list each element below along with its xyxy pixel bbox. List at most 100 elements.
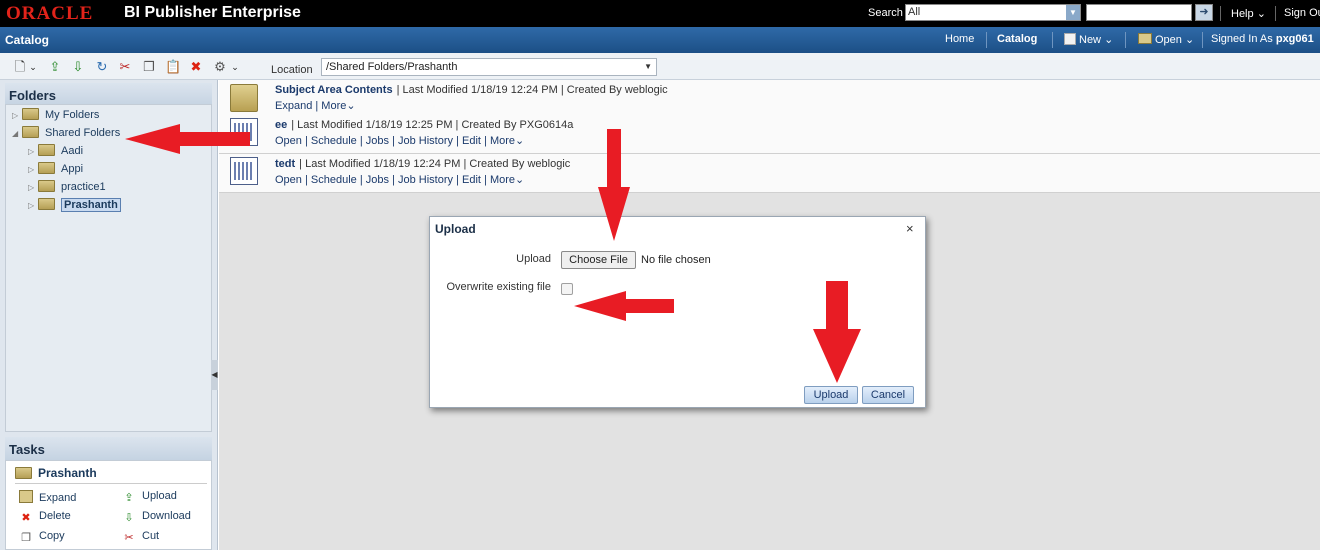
catalog-link[interactable]: Catalog (997, 33, 1037, 45)
folder-icon (22, 126, 39, 138)
home-link[interactable]: Home (945, 33, 974, 45)
open-menu[interactable]: Open ⌄ (1138, 33, 1194, 46)
folders-header[interactable]: Folders (5, 83, 212, 106)
folder-icon (38, 180, 55, 192)
search-scope-value: All (908, 6, 921, 18)
tree-item-aadi[interactable]: ▷ Aadi (28, 143, 83, 159)
chevron-down-icon: ⌄ (1104, 34, 1114, 46)
cut-icon: ✂ (124, 532, 134, 544)
chevron-down-icon[interactable]: ⌄ (515, 135, 524, 147)
jobs-link[interactable]: Jobs (366, 135, 389, 147)
item-actions: Expand | More⌄ (275, 100, 356, 112)
tasks-header[interactable]: Tasks (5, 437, 212, 460)
report-icon[interactable] (230, 157, 258, 185)
chevron-down-icon[interactable]: ⌄ (230, 59, 240, 75)
new-menu[interactable]: New ⌄ (1064, 33, 1113, 46)
task-expand[interactable]: Expand (19, 490, 76, 504)
delete-icon[interactable]: ✖ (188, 59, 204, 75)
chevron-down-icon: ⌄ (1184, 34, 1195, 46)
task-upload[interactable]: ⇪ Upload (122, 490, 176, 505)
tree-item-label: Aadi (61, 145, 84, 157)
item-meta: | Last Modified 1/18/19 12:24 PM | Creat… (299, 158, 571, 170)
cancel-button[interactable]: Cancel (862, 386, 914, 404)
refresh-icon[interactable]: ↻ (94, 59, 110, 75)
task-cut[interactable]: ✂ Cut (122, 530, 159, 545)
task-label: Download (142, 510, 191, 522)
item-name-link[interactable]: ee (275, 119, 287, 131)
divider (15, 483, 207, 484)
help-menu[interactable]: Help ⌄ (1231, 7, 1266, 20)
edit-link[interactable]: Edit (462, 135, 481, 147)
tree-item-label: practice1 (61, 181, 106, 193)
permissions-icon[interactable]: ⚙ (212, 59, 228, 75)
chevron-down-icon[interactable]: ⌄ (346, 100, 355, 112)
chevron-down-icon[interactable]: ▼ (1066, 5, 1080, 20)
copy-icon[interactable]: ❐ (141, 59, 157, 75)
expand-icon[interactable]: ▷ (12, 108, 22, 124)
upload-icon[interactable]: ⇪ (47, 59, 63, 75)
job-history-link[interactable]: Job History (398, 174, 453, 186)
open-link[interactable]: Open (275, 174, 302, 186)
location-select[interactable]: /Shared Folders/Prashanth ▼ (321, 58, 657, 76)
item-title: tedt | Last Modified 1/18/19 12:24 PM | C… (275, 158, 570, 170)
upload-button[interactable]: Upload (804, 386, 858, 404)
chevron-down-icon[interactable]: ⌄ (515, 174, 524, 186)
location-label: Location (271, 64, 313, 76)
item-name-link[interactable]: tedt (275, 158, 295, 170)
report-icon[interactable] (230, 118, 258, 146)
expand-link[interactable]: Expand (275, 100, 312, 112)
expand-icon[interactable]: ▷ (28, 180, 38, 196)
search-label: Search (868, 7, 903, 19)
item-title: ee | Last Modified 1/18/19 12:25 PM | Cre… (275, 119, 573, 131)
jobs-link[interactable]: Jobs (366, 174, 389, 186)
collapse-icon[interactable]: ◢ (12, 126, 22, 142)
task-download[interactable]: ⇩ Download (122, 510, 191, 525)
overwrite-checkbox[interactable] (561, 283, 573, 295)
list-item: tedt | Last Modified 1/18/19 12:24 PM | C… (219, 154, 1320, 193)
expand-icon[interactable]: ▷ (28, 198, 38, 214)
tree-item-my-folders[interactable]: ▷ My Folders (12, 107, 99, 123)
new-icon[interactable]: 🗋 (12, 59, 28, 75)
chevron-down-icon[interactable]: ⌄ (28, 59, 38, 75)
task-label: Expand (39, 492, 77, 504)
job-history-link[interactable]: Job History (398, 135, 453, 147)
more-link[interactable]: More (321, 100, 346, 112)
folder-icon (15, 467, 32, 479)
top-bar: ORACLE BI Publisher Enterprise Search Al… (0, 0, 1320, 27)
upload-field-label: Upload (516, 253, 551, 265)
edit-link[interactable]: Edit (462, 174, 481, 186)
tree-item-shared-folders[interactable]: ◢ Shared Folders (12, 125, 120, 141)
schedule-link[interactable]: Schedule (311, 135, 357, 147)
cut-icon[interactable]: ✂ (117, 59, 133, 75)
close-icon[interactable]: × (906, 221, 914, 236)
open-link[interactable]: Open (275, 135, 302, 147)
tree-item-appi[interactable]: ▷ Appi (28, 161, 83, 177)
more-link[interactable]: More (490, 174, 515, 186)
item-meta: | Last Modified 1/18/19 12:24 PM | Creat… (396, 84, 668, 96)
paste-icon[interactable]: 📋 (165, 59, 181, 75)
upload-dialog: Upload × Upload Choose File No file chos… (429, 216, 926, 408)
folder-icon[interactable] (230, 84, 258, 112)
sign-out-link[interactable]: Sign Ou (1284, 7, 1320, 19)
more-link[interactable]: More (490, 135, 515, 147)
search-scope-select[interactable]: All ▼ (905, 4, 1081, 21)
task-delete[interactable]: ✖ Delete (19, 510, 70, 525)
search-input[interactable] (1086, 4, 1192, 21)
product-name: BI Publisher Enterprise (124, 4, 301, 21)
tree-item-practice1[interactable]: ▷ practice1 (28, 179, 106, 195)
search-go-icon[interactable]: ➜ (1195, 4, 1213, 21)
chevron-down-icon: ⌄ (1256, 8, 1266, 20)
choose-file-button[interactable]: Choose File (561, 251, 636, 269)
item-name-link[interactable]: Subject Area Contents (275, 84, 393, 96)
task-copy[interactable]: ❐ Copy (19, 530, 65, 545)
new-icon (1064, 33, 1076, 45)
tree-item-prashanth[interactable]: ▷ Prashanth (28, 197, 121, 213)
expand-icon[interactable]: ▷ (28, 162, 38, 178)
download-icon[interactable]: ⇩ (70, 59, 86, 75)
schedule-link[interactable]: Schedule (311, 174, 357, 186)
divider (1220, 6, 1221, 21)
catalog-toolbar: 🗋 ⌄ ⇪ ⇩ ↻ ✂ ❐ 📋 ✖ ⚙ ⌄ Location /Shared F… (0, 53, 1320, 80)
task-label: Cut (142, 530, 160, 542)
pane-splitter[interactable]: ◀ (211, 360, 218, 390)
expand-icon[interactable]: ▷ (28, 144, 38, 160)
